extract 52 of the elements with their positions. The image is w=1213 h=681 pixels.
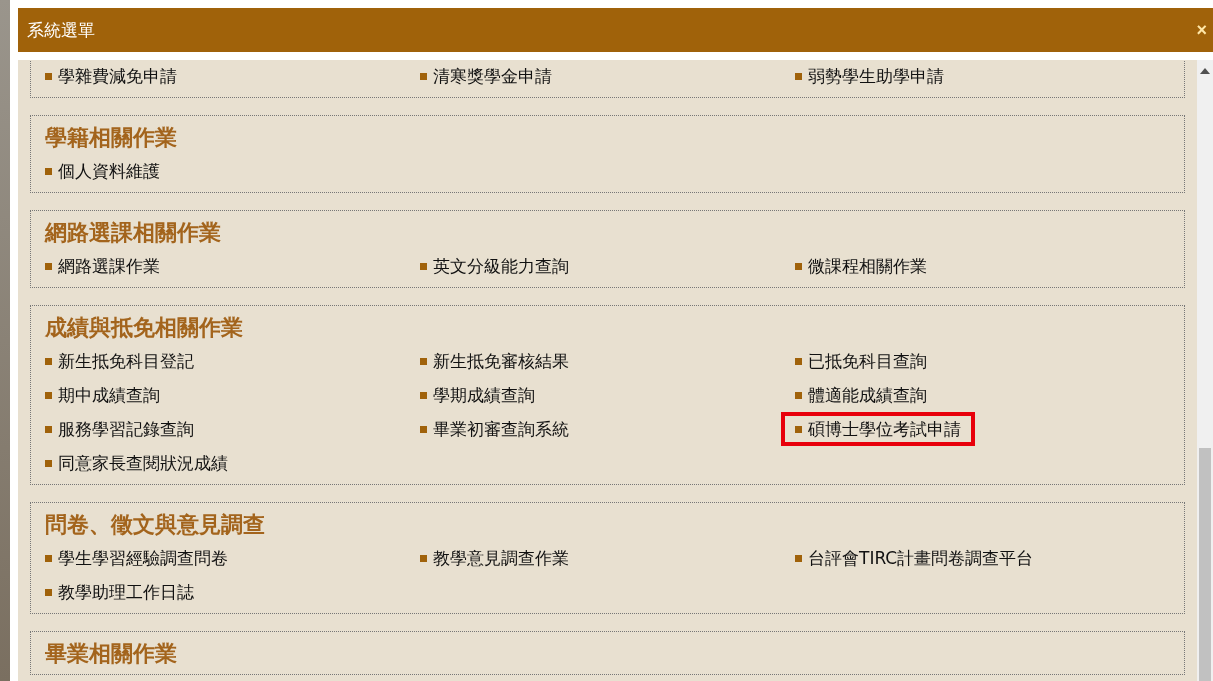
bullet-icon <box>795 554 802 562</box>
bullet-icon <box>45 357 52 365</box>
menu-link[interactable]: 個人資料維護 <box>41 154 174 188</box>
bullet-icon <box>795 357 802 365</box>
bullet-icon <box>795 262 802 270</box>
close-button[interactable]: × <box>1190 19 1213 41</box>
menu-link[interactable]: 學生學習經驗調查問卷 <box>41 541 242 575</box>
menu-link[interactable]: 網路選課作業 <box>41 249 174 283</box>
scrollbar-thumb[interactable] <box>1199 448 1211 681</box>
section-title: 網路選課相關作業 <box>45 219 222 247</box>
menu-link[interactable]: 學雜費減免申請 <box>41 60 191 93</box>
menu-link[interactable]: 新生抵免審核結果 <box>416 344 583 378</box>
bullet-icon <box>45 425 52 433</box>
menu-link[interactable]: 教學助理工作日誌 <box>41 575 208 609</box>
menu-link[interactable]: 教學意見調查作業 <box>416 541 583 575</box>
bullet-icon <box>420 391 427 399</box>
bullet-icon <box>45 72 52 80</box>
bullet-icon <box>45 262 52 270</box>
menu-link[interactable]: 同意家長查閱狀況成績 <box>41 446 242 480</box>
bullet-icon <box>45 167 52 175</box>
window-title: 系統選單 <box>27 18 95 42</box>
section-title: 成績與抵免相關作業 <box>45 314 244 342</box>
menu-link[interactable]: 英文分級能力查詢 <box>416 249 583 283</box>
menu-link[interactable]: 微課程相關作業 <box>791 249 941 283</box>
bullet-icon <box>795 425 802 433</box>
bullet-icon <box>420 72 427 80</box>
menu-link[interactable]: 已抵免科目查詢 <box>791 344 941 378</box>
bullet-icon <box>45 391 52 399</box>
bullet-icon <box>420 425 427 433</box>
scrollbar[interactable] <box>1197 60 1213 681</box>
menu-link[interactable]: 碩博士學位考試申請 <box>781 412 975 446</box>
bullet-icon <box>45 554 52 562</box>
menu-link[interactable]: 服務學習記錄查詢 <box>41 412 208 446</box>
menu-link[interactable]: 弱勢學生助學申請 <box>791 60 958 93</box>
section-title: 畢業相關作業 <box>45 640 178 668</box>
menu-link[interactable]: 學期成績查詢 <box>416 378 549 412</box>
section-title: 學籍相關作業 <box>45 124 178 152</box>
bullet-icon <box>45 459 52 467</box>
bullet-icon <box>795 391 802 399</box>
menu-link[interactable]: 清寒獎學金申請 <box>416 60 566 93</box>
menu-link[interactable]: 畢業初審查詢系統 <box>416 412 583 446</box>
bullet-icon <box>420 357 427 365</box>
bullet-icon <box>45 588 52 596</box>
scroll-up-icon[interactable] <box>1200 68 1210 74</box>
menu-link[interactable]: 期中成績查詢 <box>41 378 174 412</box>
section-title: 問卷、徵文與意見調查 <box>45 511 266 539</box>
menu-link[interactable]: 新生抵免科目登記 <box>41 344 208 378</box>
menu-link[interactable]: 台評會TIRC計畫問卷調查平台 <box>791 541 1048 575</box>
bullet-icon <box>420 262 427 270</box>
menu-link[interactable]: 體適能成績查詢 <box>791 378 941 412</box>
bullet-icon <box>420 554 427 562</box>
bullet-icon <box>795 72 802 80</box>
